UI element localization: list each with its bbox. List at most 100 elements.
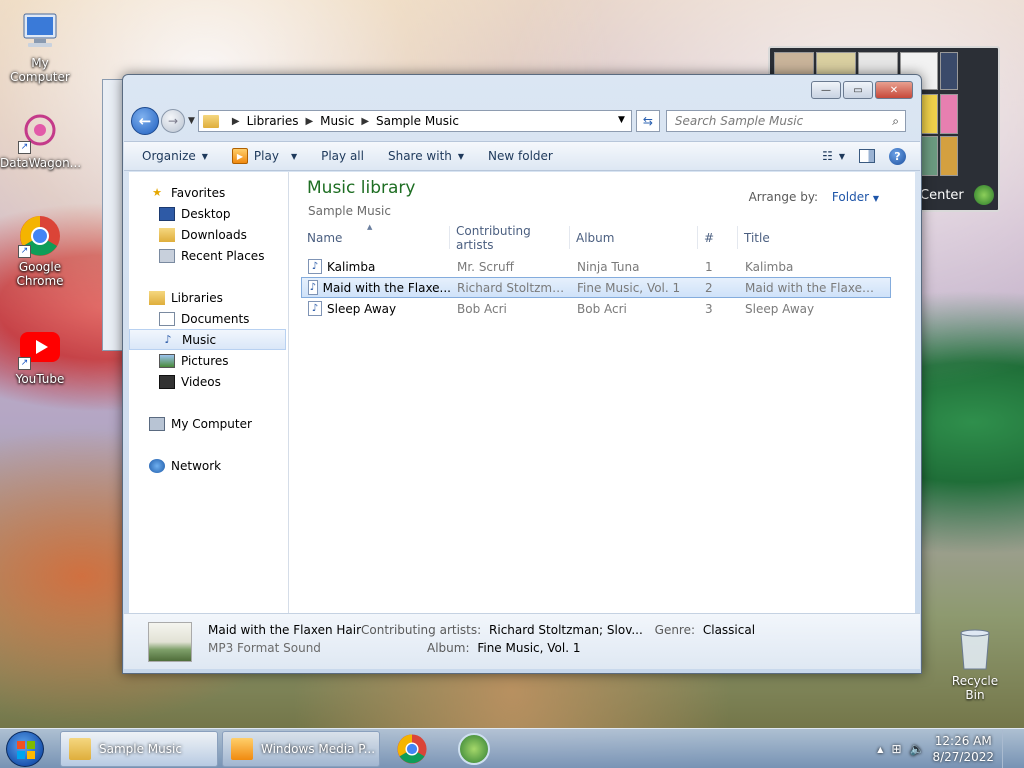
column-header-album[interactable]: Album [570, 226, 698, 249]
details-artists-value[interactable]: Richard Stoltzman; Slov... [489, 623, 643, 637]
column-headers: ▲ Name Contributing artists Album # Title [301, 223, 893, 252]
navigation-bar: ← → ▼ ▶ Libraries ▶ Music ▶ Sample Music… [131, 105, 913, 137]
address-bar[interactable]: ▶ Libraries ▶ Music ▶ Sample Music ▼ [197, 110, 632, 132]
chevron-right-icon[interactable]: ▶ [232, 116, 240, 127]
taskbar-item-windows-media-player[interactable]: Windows Media P... [222, 731, 380, 767]
library-subtitle: Sample Music [308, 204, 391, 218]
desktop-icon-datawagon[interactable]: ↗ DataWagon... [0, 110, 81, 170]
nav-my-computer[interactable]: My Computer [129, 413, 288, 434]
nav-label: Downloads [181, 227, 247, 242]
clock[interactable]: 12:26 AM 8/27/2022 [932, 733, 994, 765]
search-icon[interactable]: ⌕ [892, 114, 899, 129]
file-album: Ninja Tuna [577, 259, 640, 274]
file-row-kalimba[interactable]: ♪ Kalimba Mr. Scruff Ninja Tuna 1 Kalimba [301, 256, 891, 277]
share-with-button[interactable]: Share with ▼ [376, 142, 476, 170]
start-button[interactable] [6, 731, 44, 767]
nav-desktop[interactable]: Desktop [129, 203, 288, 224]
taskbar-item-label: Sample Music [99, 742, 182, 756]
taskbar-item-label: Windows Media P... [261, 742, 376, 756]
help-icon[interactable]: ? [889, 147, 906, 165]
desktop-icon-google-chrome[interactable]: ↗ Google Chrome [0, 214, 80, 288]
column-header-number[interactable]: # [698, 226, 738, 249]
recycle-bin-icon [960, 629, 990, 670]
nav-recent-places[interactable]: Recent Places [129, 245, 288, 266]
file-row-maid-with-the-flaxen-hair[interactable]: ♪ Maid with the Flaxe... Richard Stoltzma… [301, 277, 891, 298]
new-folder-button[interactable]: New folder [476, 142, 565, 170]
network-icon [149, 458, 165, 473]
play-all-button[interactable]: Play all [309, 142, 376, 170]
pictures-icon [159, 353, 175, 368]
column-header-name[interactable]: ▲ Name [301, 223, 450, 249]
search-input[interactable]: Search Sample Music ⌕ [665, 110, 906, 132]
nav-pictures[interactable]: Pictures [129, 350, 288, 371]
organize-button[interactable]: Organize ▼ [124, 142, 220, 170]
desktop-icon-label: Google Chrome [16, 260, 64, 288]
navigation-pane: ★ Favorites Desktop Downloads Recent Pla… [129, 172, 289, 613]
back-button[interactable]: ← [131, 107, 159, 135]
chevron-down-icon: ▼ [290, 151, 298, 161]
sort-ascending-icon: ▲ [367, 223, 373, 231]
nav-network[interactable]: Network [129, 455, 288, 476]
forward-button[interactable]: → [161, 109, 185, 133]
breadcrumb-sample-music[interactable]: Sample Music [376, 114, 459, 128]
details-format: MP3 Format Sound [208, 641, 321, 655]
details-genre-value[interactable]: Classical [703, 623, 755, 637]
nav-label: Recent Places [181, 248, 265, 263]
chevron-right-icon[interactable]: ▶ [305, 116, 313, 127]
datawagon-icon: ↗ [18, 110, 62, 154]
taskbar-chrome-icon[interactable] [396, 733, 428, 765]
desktop-icon-youtube[interactable]: ↗ YouTube [0, 326, 80, 386]
videos-icon [159, 374, 175, 389]
view-options-icon[interactable]: ☷ ▼ [822, 149, 845, 163]
desktop-icon-my-computer[interactable]: My Computer [0, 10, 80, 84]
clock-time: 12:26 AM [934, 734, 992, 748]
desktop-icon-recycle-bin[interactable]: Recycle Bin [944, 625, 1006, 702]
recent-pages-dropdown-icon[interactable]: ▼ [188, 116, 195, 126]
folder-icon [202, 114, 219, 128]
taskbar-media-center-icon[interactable] [458, 733, 490, 765]
nav-label: My Computer [171, 416, 252, 431]
column-label: Name [307, 230, 343, 245]
maximize-button[interactable]: ▭ [843, 81, 873, 99]
play-button[interactable]: ▶ Play ▼ [220, 142, 309, 170]
nav-music[interactable]: ♪ Music [129, 329, 286, 350]
address-dropdown-icon[interactable]: ▼ [618, 115, 625, 125]
file-row-sleep-away[interactable]: ♪ Sleep Away Bob Acri Bob Acri 3 Sleep Aw… [301, 298, 891, 319]
details-album-value[interactable]: Fine Music, Vol. 1 [477, 641, 580, 655]
folder-icon [69, 738, 91, 760]
nav-libraries[interactable]: Libraries [129, 287, 288, 308]
refresh-button[interactable]: ⇆ [635, 110, 660, 132]
minimize-button[interactable]: — [811, 81, 841, 99]
chevron-down-icon: ▼ [872, 194, 879, 203]
column-header-contributing-artists[interactable]: Contributing artists [450, 223, 570, 252]
show-desktop-button[interactable] [1002, 730, 1014, 768]
chevron-down-icon: ▼ [201, 151, 208, 161]
column-header-title[interactable]: Title [738, 226, 878, 249]
arrange-by: Arrange by: Folder ▼ [749, 190, 879, 204]
breadcrumb-libraries[interactable]: Libraries [247, 114, 299, 128]
file-track-number: 2 [705, 280, 713, 295]
nav-documents[interactable]: Documents [129, 308, 288, 329]
column-label: Title [744, 230, 770, 245]
file-title: Kalimba [745, 259, 794, 274]
nav-favorites[interactable]: ★ Favorites [129, 182, 288, 203]
network-tray-icon[interactable]: ⊞ [891, 742, 901, 756]
show-hidden-icons-icon[interactable]: ▲ [877, 745, 883, 754]
recent-places-icon [159, 248, 175, 263]
close-button[interactable]: ✕ [875, 81, 913, 99]
preview-pane-icon[interactable] [859, 149, 875, 163]
nav-videos[interactable]: Videos [129, 371, 288, 392]
chrome-icon: ↗ [18, 214, 62, 258]
nav-label: Music [182, 332, 217, 347]
arrange-by-dropdown[interactable]: Folder ▼ [832, 190, 879, 204]
chevron-right-icon[interactable]: ▶ [361, 116, 369, 127]
volume-icon[interactable]: 🔈 [910, 742, 925, 756]
column-label: Contributing artists [456, 223, 531, 252]
file-album: Bob Acri [577, 301, 627, 316]
window-controls: — ▭ ✕ [811, 81, 913, 99]
explorer-window: — ▭ ✕ ← → ▼ ▶ Libraries ▶ Music ▶ Sample… [122, 74, 922, 674]
nav-downloads[interactable]: Downloads [129, 224, 288, 245]
taskbar-item-sample-music[interactable]: Sample Music [60, 731, 218, 767]
file-list: ♪ Kalimba Mr. Scruff Ninja Tuna 1 Kalimba… [301, 256, 891, 319]
breadcrumb-music[interactable]: Music [320, 114, 354, 128]
